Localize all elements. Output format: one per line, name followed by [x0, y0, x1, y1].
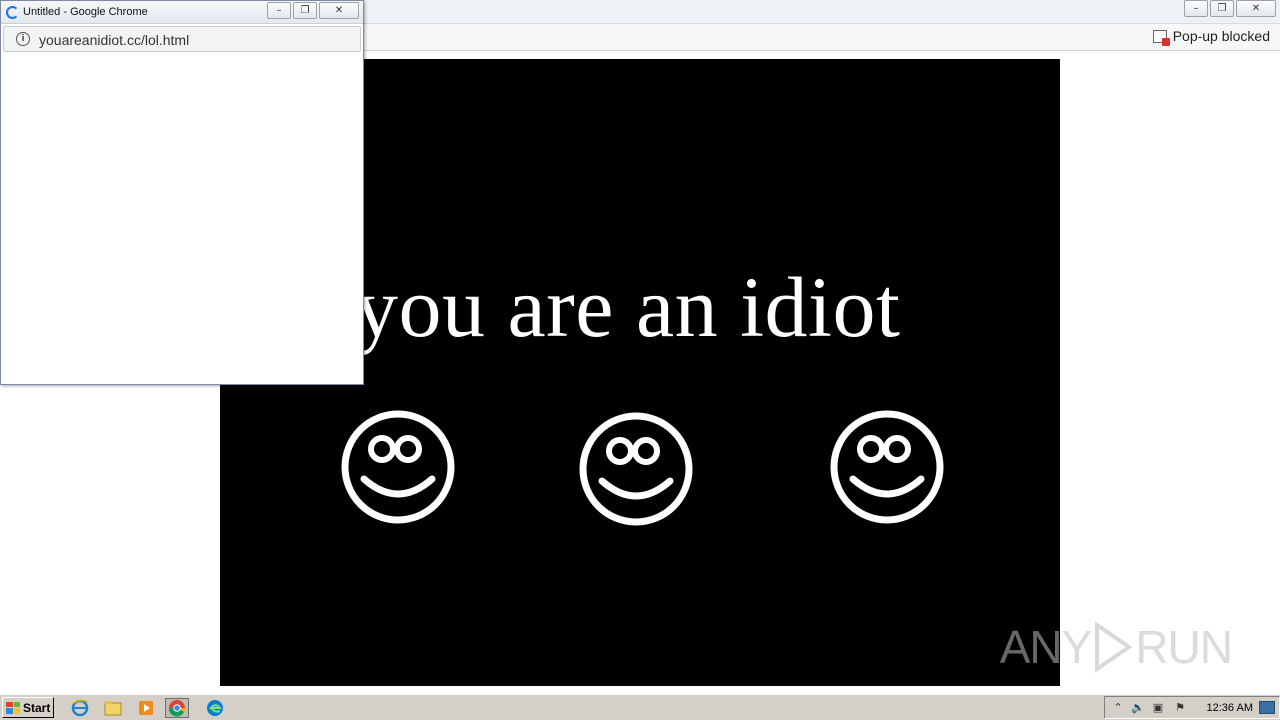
popup-window-title: Untitled - Google Chrome	[23, 6, 148, 18]
popup-minimize-button[interactable]: –	[267, 2, 291, 19]
main-minimize-button[interactable]: –	[1184, 0, 1208, 17]
main-restore-button[interactable]: ❐	[1210, 0, 1234, 17]
restore-icon: ❐	[1217, 2, 1227, 14]
clock[interactable]: 12:36 AM	[1207, 702, 1253, 714]
popup-titlebar[interactable]: Untitled - Google Chrome – ❐ ✕	[1, 1, 363, 24]
minimize-icon: –	[1193, 2, 1199, 14]
minimize-icon: –	[276, 4, 282, 16]
file-explorer-icon[interactable]	[103, 698, 123, 718]
site-info-icon[interactable]: i	[16, 32, 30, 46]
volume-icon[interactable]: 🔈	[1131, 701, 1145, 715]
chevron-up-icon[interactable]: ⌃	[1111, 701, 1125, 715]
popup-restore-button[interactable]: ❐	[293, 2, 317, 19]
smiley-face-icon	[830, 410, 944, 524]
popup-blocked-label: Pop-up blocked	[1172, 28, 1270, 44]
media-player-icon[interactable]	[136, 698, 156, 718]
popup-blocked-indicator[interactable]: Pop-up blocked	[1152, 28, 1270, 46]
watermark-text-right: RUN	[1135, 621, 1233, 673]
play-triangle-icon	[1095, 621, 1133, 673]
popup-url-text[interactable]: youareanidiot.cc/lol.html	[39, 32, 189, 48]
smiley-face-icon	[341, 410, 455, 524]
taskbar: Start ⌃ 🔈 ▣ ⚑ 12:36 AM	[0, 694, 1280, 720]
popup-window-controls: – ❐ ✕	[267, 2, 359, 19]
close-icon: ✕	[1251, 2, 1261, 14]
flag-icon[interactable]: ⚑	[1173, 701, 1187, 715]
show-desktop-icon[interactable]	[1259, 701, 1275, 714]
popup-close-button[interactable]: ✕	[319, 2, 359, 19]
main-close-button[interactable]: ✕	[1236, 0, 1276, 17]
start-button[interactable]: Start	[2, 697, 54, 718]
anyrun-watermark: ANY RUN	[999, 620, 1233, 674]
close-icon: ✕	[334, 4, 344, 16]
headline-text: you are an idiot	[355, 259, 901, 355]
start-label: Start	[23, 700, 51, 715]
windows-logo-icon	[6, 701, 20, 714]
edge-icon[interactable]	[205, 698, 225, 718]
popup-browser-window: Untitled - Google Chrome – ❐ ✕ i youarea…	[0, 0, 364, 385]
restore-icon: ❐	[300, 4, 310, 16]
popup-blocked-icon	[1152, 29, 1170, 46]
internet-explorer-icon[interactable]	[70, 698, 90, 718]
network-icon[interactable]: ▣	[1151, 701, 1165, 715]
popup-address-bar[interactable]: i youareanidiot.cc/lol.html	[3, 26, 361, 52]
system-tray: ⌃ 🔈 ▣ ⚑ 12:36 AM	[1104, 696, 1280, 719]
chrome-icon[interactable]	[165, 698, 189, 718]
main-window-controls: – ❐ ✕	[1184, 0, 1276, 17]
loading-spinner-icon	[6, 6, 19, 19]
watermark-text-left: ANY	[999, 621, 1093, 673]
smiley-face-icon	[579, 412, 693, 526]
